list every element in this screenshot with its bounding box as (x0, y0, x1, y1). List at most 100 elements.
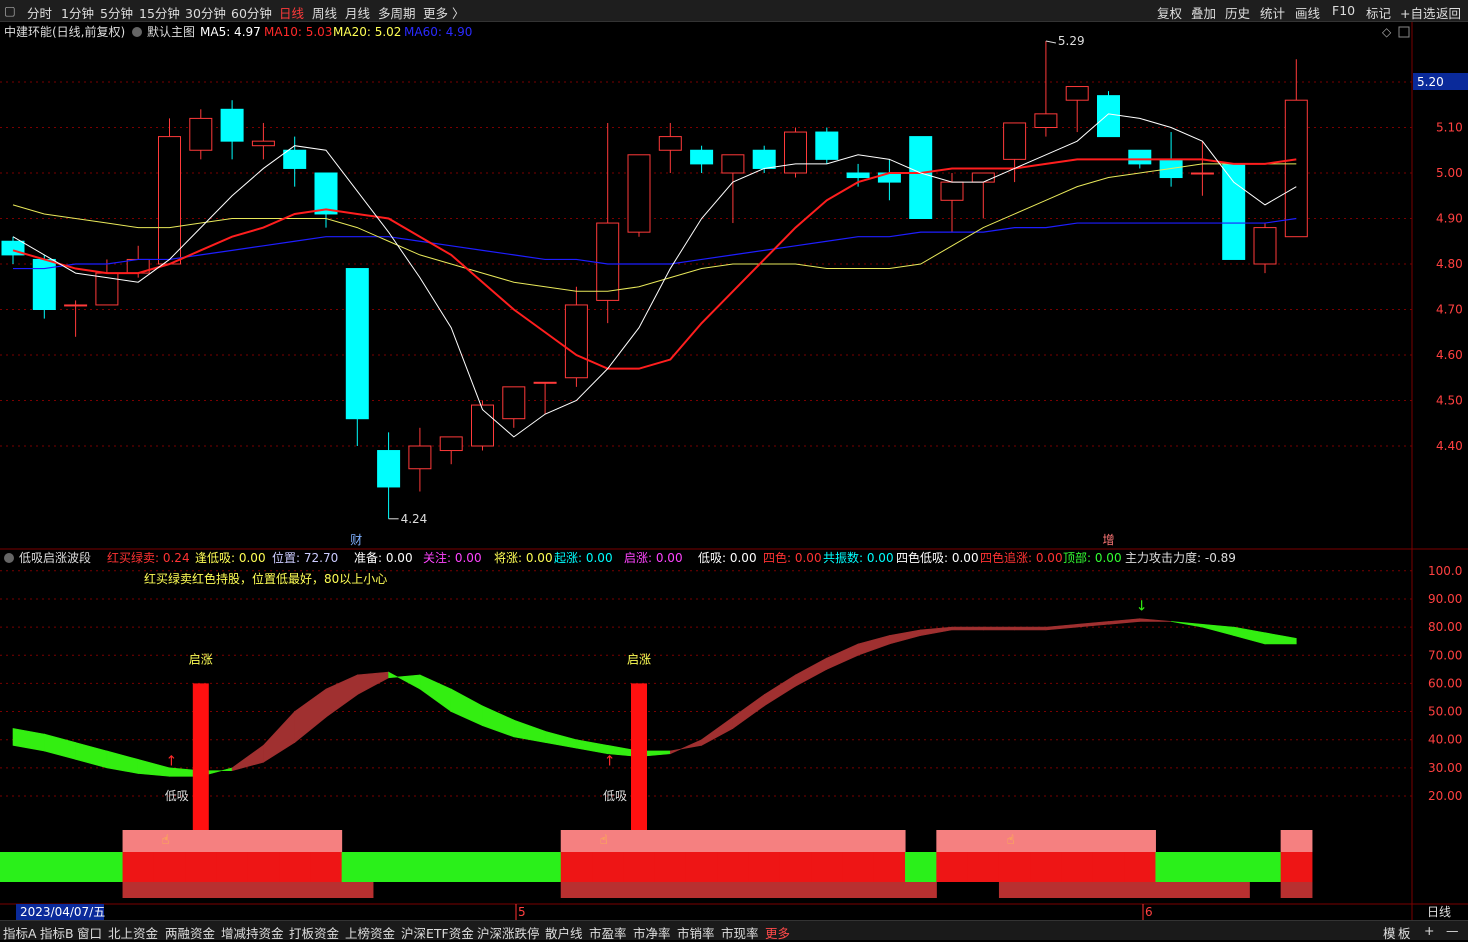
increase-marker[interactable]: 增 (1103, 533, 1115, 547)
indicator-tick: 80.00 (1428, 620, 1462, 634)
back-button[interactable]: 返回 (1436, 3, 1461, 22)
history-button[interactable]: 历史 (1225, 3, 1250, 22)
tab-retail-line[interactable]: 散户线 (545, 923, 583, 942)
trend-block (91, 852, 124, 882)
template-button-2[interactable]: 板 (1398, 923, 1411, 942)
template-dropdown-icon[interactable] (132, 27, 142, 37)
template-button[interactable]: 模 (1383, 923, 1396, 942)
f10-button[interactable]: F10 (1332, 3, 1355, 18)
hold-block (122, 830, 155, 852)
period-5min[interactable]: 5分钟 (100, 3, 133, 22)
candle (158, 118, 181, 265)
period-minute-line[interactable]: 分时 (27, 3, 52, 22)
tab-holding-change[interactable]: 增减持资金 (221, 923, 284, 942)
trend-block (466, 852, 499, 882)
trend-block (779, 852, 812, 882)
trend-band (951, 626, 984, 631)
draw-line-button[interactable]: 画线 (1295, 3, 1320, 22)
candle (471, 400, 494, 451)
strength-block (153, 882, 186, 898)
finance-marker[interactable]: 财 (350, 533, 362, 547)
trend-block (1155, 852, 1188, 882)
period-multi[interactable]: 多周期 (378, 3, 416, 22)
period-more[interactable]: 更多 〉 (423, 3, 464, 22)
strength-block (623, 882, 656, 898)
trend-block (0, 852, 30, 882)
candle (533, 381, 557, 415)
trend-band (356, 671, 389, 696)
tab-more[interactable]: 更多 (765, 923, 790, 942)
strength-block (1280, 882, 1313, 898)
price-tick: 4.60 (1436, 348, 1463, 362)
top-toolbar: ▢ 分时 1分钟 5分钟 15分钟 30分钟 60分钟 日线 周线 月线 多周期… (0, 0, 1468, 22)
period-1min[interactable]: 1分钟 (61, 3, 94, 22)
indicator-dropdown-icon[interactable] (4, 553, 14, 563)
tab-indicator-b[interactable]: 指标B (40, 923, 74, 942)
indicator-tick: 60.00 (1428, 676, 1462, 690)
period-15min[interactable]: 15分钟 (139, 3, 180, 22)
trend-band (889, 629, 922, 645)
statistics-button[interactable]: 统计 (1260, 3, 1285, 22)
period-weekly[interactable]: 周线 (312, 3, 337, 22)
tab-pcf[interactable]: 市现率 (721, 923, 759, 942)
maximize-icon[interactable] (1398, 26, 1410, 38)
tab-window[interactable]: 窗口 (77, 923, 102, 942)
price-tick: 4.40 (1436, 439, 1463, 453)
candle (658, 122, 682, 173)
candle (502, 386, 526, 428)
tab-limit-up[interactable]: 打板资金 (289, 923, 339, 942)
hold-block (247, 830, 280, 852)
hold-block (873, 830, 906, 852)
period-monthly[interactable]: 月线 (345, 3, 370, 22)
tab-pb[interactable]: 市净率 (633, 923, 671, 942)
hand-pointer-icon: ☝ (600, 833, 608, 848)
start-signal-label: 启涨 (189, 651, 213, 666)
indicator-value: 红买绿卖: 0.24 (107, 550, 190, 565)
trend-band (231, 744, 264, 772)
candle (439, 436, 463, 465)
trend-band (419, 674, 452, 713)
trend-block (122, 852, 155, 882)
strength-block (310, 882, 343, 898)
tab-northbound[interactable]: 北上资金 (108, 923, 158, 942)
indicator-tick: 20.00 (1428, 789, 1462, 803)
tab-etf[interactable]: 沪深ETF资金 (401, 923, 474, 942)
window-menu-icon[interactable]: ▢ (4, 3, 16, 18)
trend-band (1139, 618, 1172, 622)
indicator-value: 将涨: 0.00 (494, 550, 553, 565)
chart-area[interactable]: 5.29 4.24 财 增 中建环能(日线,前复权) 默认主图 MA5: 4.97 M… (0, 22, 1468, 920)
trend-band (1233, 626, 1266, 645)
trend-block (842, 852, 875, 882)
overlay-button[interactable]: 叠加 (1191, 3, 1216, 22)
indicator-tick: 50.00 (1428, 705, 1462, 719)
trend-block (1280, 852, 1313, 882)
start-signal-label: 启涨 (627, 651, 651, 666)
hold-block (1061, 830, 1094, 852)
trend-block (592, 852, 624, 882)
trend-block (685, 852, 718, 882)
tab-margin[interactable]: 两融资金 (165, 923, 215, 942)
tab-indicator-a[interactable]: 指标A (3, 923, 37, 942)
diamond-icon[interactable]: ◇ (1382, 25, 1392, 39)
period-60min[interactable]: 60分钟 (231, 3, 272, 22)
zoom-in-button[interactable]: + (1424, 923, 1434, 938)
mark-button[interactable]: 标记 (1366, 3, 1391, 22)
trend-band (263, 710, 296, 763)
add-watchlist-button[interactable]: +自选 (1400, 3, 1435, 22)
zoom-out-button[interactable]: — (1446, 923, 1459, 938)
trend-block (279, 852, 311, 882)
tab-limit-stats[interactable]: 沪深涨跌停 (477, 923, 540, 942)
restore-rights-button[interactable]: 复权 (1157, 3, 1182, 22)
strength-block (654, 882, 687, 898)
hold-block (779, 830, 812, 852)
strength-block (1092, 882, 1125, 898)
trend-band (1108, 618, 1141, 625)
tab-pe[interactable]: 市盈率 (589, 923, 627, 942)
tab-ps[interactable]: 市销率 (677, 923, 715, 942)
period-daily[interactable]: 日线 (279, 3, 304, 22)
period-30min[interactable]: 30分钟 (185, 3, 226, 22)
indicator-tick: 100.0 (1428, 564, 1462, 578)
tab-billboard[interactable]: 上榜资金 (345, 923, 395, 942)
stock-name-label: 中建环能(日线,前复权) (4, 24, 125, 39)
strength-block (247, 882, 280, 898)
